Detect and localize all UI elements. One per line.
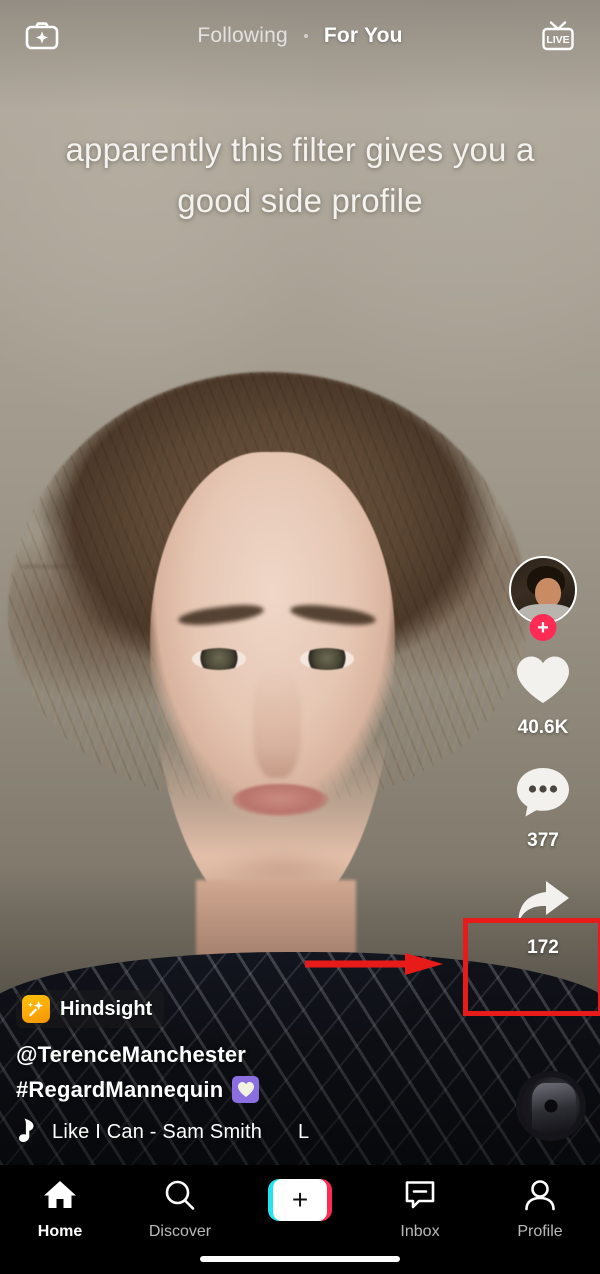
like-button[interactable]: 40.6K xyxy=(514,654,572,739)
subject-lips xyxy=(232,784,328,816)
creator-avatar[interactable]: + xyxy=(509,556,577,641)
create-plus-icon: + xyxy=(268,1179,332,1221)
effect-badge[interactable]: Hindsight xyxy=(16,990,165,1028)
purple-heart-emoji xyxy=(232,1076,260,1103)
hashtag-link[interactable]: #RegardMannequin xyxy=(16,1077,223,1103)
subject-eye-right xyxy=(300,648,354,670)
sidebar-item-inbox[interactable]: Inbox xyxy=(360,1179,480,1241)
nav-label-discover: Discover xyxy=(148,1223,212,1240)
sparkle-wand-icon xyxy=(22,995,50,1023)
sidebar-item-home[interactable]: Home xyxy=(0,1179,120,1241)
share-arrow-icon xyxy=(515,878,571,931)
music-marquee-tail: L xyxy=(298,1121,310,1143)
video-caption-overlay: apparently this filter gives you a good … xyxy=(65,131,535,220)
create-button[interactable]: + xyxy=(240,1179,360,1221)
bottom-navigation: Home Discover + Inbox Profile xyxy=(0,1165,600,1274)
action-rail: + 40.6K 377 172 xyxy=(500,556,586,985)
music-row[interactable]: Like I Can - Sam Smith L xyxy=(16,1117,446,1148)
comment-bubble-icon xyxy=(515,765,571,824)
music-note-icon xyxy=(16,1117,38,1148)
home-icon xyxy=(43,1179,77,1216)
nav-label-profile: Profile xyxy=(517,1223,563,1240)
subject-eye-left xyxy=(192,648,246,670)
music-title: Like I Can - Sam Smith xyxy=(52,1121,263,1143)
camera-effects-icon[interactable] xyxy=(20,14,64,58)
tab-for-you[interactable]: For You xyxy=(324,24,403,48)
share-count: 172 xyxy=(527,937,559,958)
feed-tabs: Following For You xyxy=(64,24,536,48)
inbox-icon xyxy=(403,1179,437,1216)
follow-button[interactable]: + xyxy=(529,614,557,641)
music-disc[interactable] xyxy=(516,1071,586,1141)
music-disc-album-art xyxy=(516,1071,586,1141)
nav-label-inbox: Inbox xyxy=(400,1223,440,1240)
search-icon xyxy=(163,1179,197,1216)
home-indicator xyxy=(200,1256,400,1262)
tab-following[interactable]: Following xyxy=(197,24,288,48)
heart-icon xyxy=(514,654,572,711)
live-tv-icon[interactable]: LIVE xyxy=(536,14,580,58)
tab-separator-dot xyxy=(303,34,308,38)
creator-handle[interactable]: @TerenceManchester xyxy=(16,1042,446,1068)
top-bar: Following For You LIVE xyxy=(0,0,600,72)
tiktok-app-screen: Following For You LIVE apparently this f… xyxy=(0,0,600,1274)
person-icon xyxy=(523,1179,557,1216)
nav-label-home: Home xyxy=(37,1223,83,1240)
disc-center-hub xyxy=(544,1099,558,1113)
like-count: 40.6K xyxy=(517,717,569,738)
effect-name: Hindsight xyxy=(60,997,153,1020)
create-plus-glyph: + xyxy=(291,1184,309,1215)
comment-button[interactable]: 377 xyxy=(515,765,571,852)
video-description: #RegardMannequin xyxy=(16,1076,446,1103)
share-button[interactable]: 172 xyxy=(515,878,571,959)
sidebar-item-discover[interactable]: Discover xyxy=(120,1179,240,1241)
video-meta: Hindsight @TerenceManchester #RegardMann… xyxy=(16,990,446,1148)
sidebar-item-profile[interactable]: Profile xyxy=(480,1179,600,1241)
svg-text:LIVE: LIVE xyxy=(546,34,569,46)
subject-nose xyxy=(253,668,301,778)
comment-count: 377 xyxy=(527,830,559,851)
